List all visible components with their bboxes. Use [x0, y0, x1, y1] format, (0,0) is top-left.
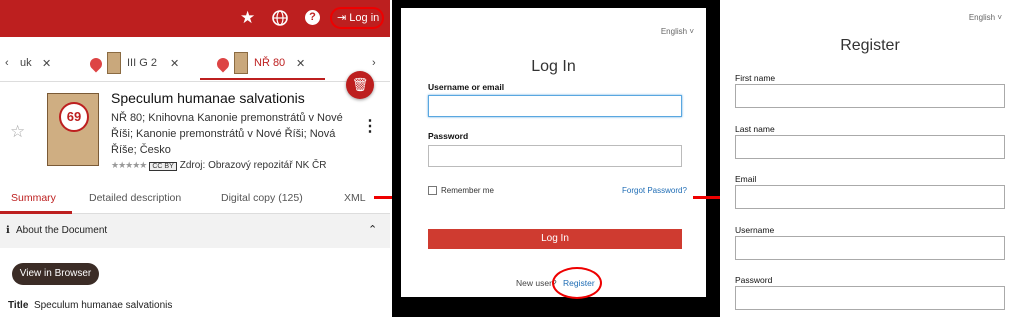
more-options-icon[interactable]: ⋮ — [362, 119, 378, 135]
email-label: Email — [735, 174, 757, 184]
username-input[interactable] — [735, 236, 1005, 260]
login-arrow-icon: ⇥ — [337, 12, 347, 24]
password-label: Password — [735, 275, 773, 285]
username-input[interactable] — [428, 95, 682, 117]
source-line: ★★★★★ CC BY Zdroj: Obrazový repozitář NK Č… — [111, 160, 326, 171]
tab-label-active[interactable]: NŘ 80 — [254, 57, 285, 69]
delete-icon[interactable]: 🗑 — [346, 71, 374, 99]
register-title: Register — [840, 37, 900, 54]
close-icon[interactable]: ✕ — [42, 57, 51, 70]
tab-summary[interactable]: Summary — [11, 192, 56, 204]
document-tabs: ‹ uk ✕ III G 2 ✕ NŘ 80 ✕ › — [0, 44, 390, 82]
annotation-circle — [552, 267, 602, 299]
pin-icon — [87, 55, 105, 73]
favorite-star-icon[interactable]: ☆ — [10, 122, 25, 142]
about-section-header[interactable]: ℹ About the Document ⌃ — [0, 214, 390, 248]
rating-stars: ★★★★★ — [111, 160, 147, 170]
tab-digital-copy[interactable]: Digital copy (125) — [221, 192, 303, 204]
glasses-badge-icon: 69 — [59, 102, 89, 132]
license-badge: CC BY — [149, 162, 177, 171]
view-in-browser-button[interactable]: View in Browser — [12, 263, 99, 285]
tabs-next-icon[interactable]: › — [372, 57, 376, 69]
login-title: Log In — [531, 58, 576, 75]
login-dialog: English ˅ Log In Username or email Passw… — [401, 8, 706, 299]
first-name-input[interactable] — [735, 84, 1005, 108]
title-value: Speculum humanae salvationis — [33, 300, 173, 311]
last-name-label: Last name — [735, 124, 775, 134]
login-button[interactable]: ⇥ Log in — [330, 7, 384, 29]
annotation-arrow — [693, 196, 723, 199]
tab-thumbnail — [234, 52, 248, 74]
username-label: Username or email — [428, 82, 505, 92]
language-selector[interactable]: English ˅ — [969, 13, 1002, 22]
password-input[interactable] — [735, 286, 1005, 310]
star-icon[interactable]: ★ — [240, 8, 255, 28]
tab-xml[interactable]: XML — [344, 192, 366, 204]
email-input[interactable] — [735, 185, 1005, 209]
title-row: Title Speculum humanae salvationis — [8, 300, 172, 311]
tab-detailed-description[interactable]: Detailed description — [89, 192, 181, 204]
login-submit-button[interactable]: Log In — [428, 229, 682, 249]
new-user-label: New user? — [516, 278, 557, 288]
top-bar: ★ ? ⇥ Log in — [0, 0, 390, 37]
tab-thumbnail — [107, 52, 121, 74]
password-label: Password — [428, 131, 469, 141]
pin-icon — [214, 55, 232, 73]
info-icon: ℹ — [6, 225, 10, 236]
about-label: About the Document — [16, 225, 108, 236]
language-selector[interactable]: English ˅ — [661, 27, 694, 36]
register-panel: English ˅ Register First name Last name … — [720, 0, 1024, 317]
source-text: Zdroj: Obrazový repozitář NK ČR — [179, 160, 327, 171]
globe-icon[interactable] — [272, 10, 288, 31]
active-tab-underline — [200, 78, 325, 80]
forgot-password-link[interactable]: Forgot Password? — [622, 186, 687, 195]
remember-checkbox[interactable] — [428, 186, 437, 196]
close-icon[interactable]: ✕ — [170, 57, 179, 70]
detail-tabs: Summary Detailed description Digital cop… — [0, 182, 390, 214]
remember-me[interactable]: Remember me — [428, 186, 494, 196]
catalog-panel: ★ ? ⇥ Log in ‹ uk ✕ III G 2 ✕ NŘ 80 ✕ › … — [0, 0, 390, 317]
tab-label[interactable]: III G 2 — [127, 57, 157, 69]
close-icon[interactable]: ✕ — [296, 57, 305, 70]
tab-label[interactable]: uk — [20, 57, 32, 69]
last-name-input[interactable] — [735, 135, 1005, 159]
username-label: Username — [735, 225, 775, 235]
document-title: Speculum humanae salvationis — [111, 90, 305, 106]
document-metadata: NŘ 80; Knihovna Kanonie premonstrátů v N… — [111, 112, 343, 156]
help-icon[interactable]: ? — [305, 10, 320, 25]
tabs-prev-icon[interactable]: ‹ — [5, 57, 9, 69]
first-name-label: First name — [735, 73, 776, 83]
password-input[interactable] — [428, 145, 682, 167]
title-key: Title — [8, 300, 29, 311]
chevron-up-icon[interactable]: ⌃ — [368, 223, 377, 236]
